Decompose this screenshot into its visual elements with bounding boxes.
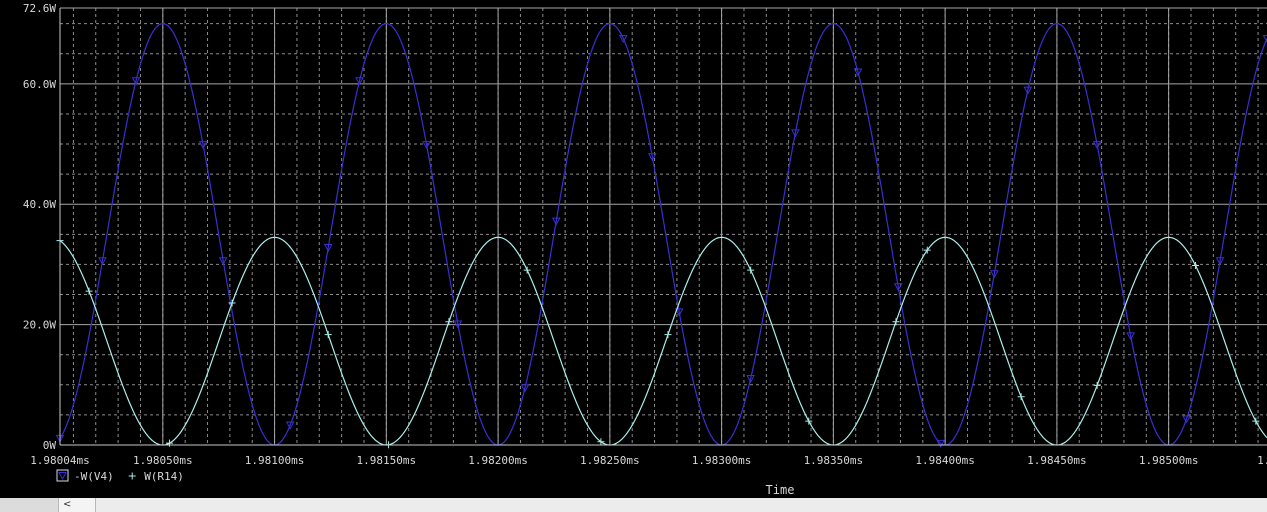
x-tick-label: 1.98450ms bbox=[1027, 454, 1087, 467]
x-tick-label: 1.98100ms bbox=[245, 454, 305, 467]
x-tick-label: 1.98300ms bbox=[692, 454, 752, 467]
y-tick-label: 40.0W bbox=[23, 198, 56, 211]
x-tick-label: 1.98350ms bbox=[804, 454, 864, 467]
x-tick-label: 1.98400ms bbox=[915, 454, 975, 467]
x-tick-label: 1.98500ms bbox=[1139, 454, 1199, 467]
scrollbar-track-left[interactable] bbox=[0, 498, 58, 512]
legend-label: W(R14) bbox=[144, 470, 184, 483]
legend-label: -W(V4) bbox=[74, 470, 114, 483]
y-tick-label: 72.6W bbox=[23, 2, 56, 15]
x-tick-label: 1.98250ms bbox=[580, 454, 640, 467]
x-tick-label: 1.98050ms bbox=[133, 454, 193, 467]
horizontal-scrollbar[interactable]: < bbox=[0, 498, 1267, 512]
x-tick-label: 1.9 bbox=[1257, 454, 1267, 467]
x-tick-label: 1.98004ms bbox=[30, 454, 90, 467]
y-tick-label: 20.0W bbox=[23, 319, 56, 332]
x-tick-label: 1.98200ms bbox=[468, 454, 528, 467]
y-tick-label: 60.0W bbox=[23, 78, 56, 91]
x-tick-label: 1.98150ms bbox=[357, 454, 417, 467]
plot-svg: 0W 20.0W 40.0W 60.0W 72.6W 1.98004ms 1.98050ms… bbox=[0, 0, 1267, 498]
y-tick-label: 0W bbox=[43, 439, 57, 452]
scroll-left-arrow-icon[interactable]: < bbox=[58, 498, 96, 512]
x-axis-title: Time bbox=[766, 483, 795, 497]
